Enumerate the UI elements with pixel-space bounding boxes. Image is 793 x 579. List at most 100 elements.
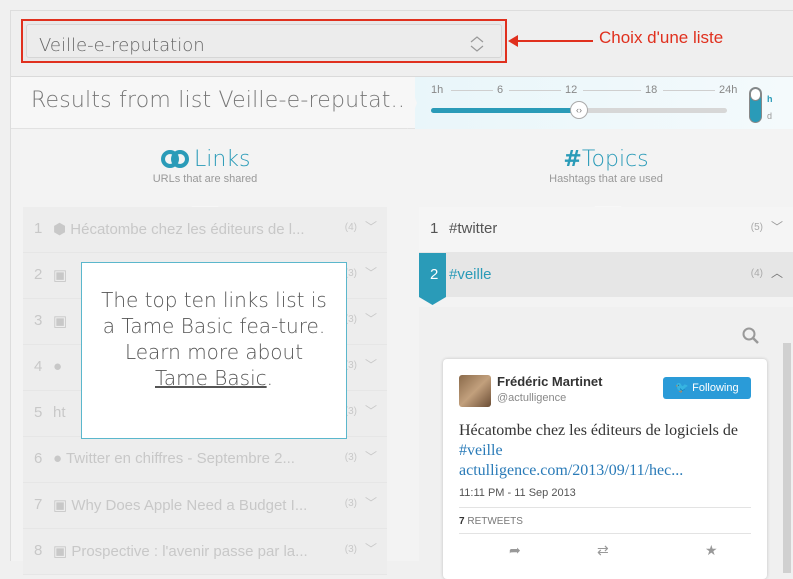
row-count: (5) (750, 222, 763, 233)
row-number: 1 (34, 220, 43, 237)
row-text: ▣ Why Does Apple Need a Budget I... (53, 496, 343, 514)
time-slider-handle[interactable]: ‹› (570, 101, 588, 119)
reply-icon[interactable]: ➦ (509, 542, 521, 559)
row-text: ⬢ Hécatombe chez les éditeurs de l... (53, 220, 343, 238)
chevron-up-icon[interactable]: ︿ (771, 264, 783, 281)
tweet-card: Frédéric Martinet @actulligence 🐦 Follow… (443, 359, 767, 579)
row-label: ht (53, 404, 66, 421)
row-label: Hécatombe chez les éditeurs de l... (70, 221, 305, 238)
app-window: Veille-e-reputation Choix d'une liste Re… (10, 10, 793, 579)
tweet-body: Hécatombe chez les éditeurs de logiciels… (459, 422, 738, 439)
row-count: (3) (344, 544, 357, 555)
toggle-knob (750, 88, 761, 101)
divider (459, 507, 751, 508)
row-label: Why Does Apple Need a Budget I... (71, 497, 308, 514)
tweet-text: Hécatombe chez les éditeurs de logiciels… (459, 421, 759, 481)
retweet-icon[interactable]: ⇄ (597, 542, 609, 559)
upgrade-overlay: The top ten links list is a Tame Basic f… (81, 262, 347, 439)
row-text: ▣ Prospective : l'avenir passe par la... (53, 542, 343, 560)
retweets-stat: 7 RETWEETS (459, 516, 523, 527)
row-count: (3) (344, 498, 357, 509)
tick-line (663, 90, 715, 91)
links-panel-header: Links URLs that are shared (23, 131, 387, 206)
annotation-arrow-line (513, 40, 593, 42)
link-favicon-icon: ● (53, 358, 63, 375)
links-title: Links (193, 147, 251, 172)
row-text: ● (53, 358, 62, 375)
row-number: 8 (34, 542, 43, 559)
updown-chevron-icon (470, 36, 484, 52)
chevron-down-icon[interactable]: ﹀ (365, 494, 377, 511)
list-item[interactable]: 8 ▣ Prospective : l'avenir passe par la.… (23, 529, 387, 575)
list-item-selected[interactable]: 2 #veille (4) ︿ (419, 253, 793, 305)
results-title: Results from list Veille-e-reputat... (31, 88, 413, 113)
hash-icon: # (563, 147, 582, 172)
row-number: 4 (34, 358, 43, 375)
twitter-bird-icon: 🐦 (675, 382, 693, 394)
row-text: ● Twitter en chiffres - Septembre 2... (53, 450, 343, 467)
search-icon[interactable] (742, 327, 760, 345)
tweet-author-handle[interactable]: @actulligence (497, 392, 566, 404)
tick-label: 1h (431, 84, 444, 96)
results-bar: Results from list Veille-e-reputat... 1h… (11, 77, 793, 129)
tick-line (451, 90, 493, 91)
upgrade-text: The top ten links list is a Tame Basic f… (101, 288, 327, 364)
row-label: Prospective : l'avenir passe par la... (71, 543, 308, 560)
topics-title: Topics (581, 147, 649, 172)
avatar[interactable] (459, 375, 491, 407)
topics-list: 1 #twitter (5) ﹀ 2 #veille (4) ︿ (419, 207, 793, 307)
tick-line (583, 90, 641, 91)
row-text: ▣ (53, 312, 67, 330)
row-label: #veille (449, 266, 492, 283)
chevron-down-icon[interactable]: ﹀ (365, 356, 377, 373)
tweet-url-link[interactable]: actulligence.com/2013/09/11/hec... (459, 462, 683, 479)
list-item[interactable]: 7 ▣ Why Does Apple Need a Budget I... (3… (23, 483, 387, 529)
retweets-count: 7 (459, 516, 465, 527)
row-count: (4) (344, 222, 357, 233)
link-favicon-icon: ▣ (53, 313, 68, 330)
chevron-down-icon[interactable]: ﹀ (365, 448, 377, 465)
topics-panel-header: #Topics Hashtags that are used (419, 131, 793, 206)
link-favicon-icon: ▣ (53, 497, 72, 514)
row-count: (4) (750, 268, 763, 279)
row-number: 1 (430, 220, 439, 237)
link-favicon-icon: ▣ (53, 543, 72, 560)
row-number: 7 (34, 496, 43, 513)
row-label: #twitter (449, 220, 498, 237)
list-select-value: Veille-e-reputation (39, 35, 205, 56)
row-count: (3) (344, 452, 357, 463)
link-favicon-icon: ● (53, 450, 66, 467)
following-button[interactable]: 🐦 Following (663, 377, 751, 399)
row-number: 5 (34, 404, 43, 421)
chevron-down-icon[interactable]: ﹀ (365, 540, 377, 557)
topics-subtitle: Hashtags that are used (549, 173, 663, 185)
list-select-highlight[interactable]: Veille-e-reputation (21, 19, 507, 63)
chevron-down-icon[interactable]: ﹀ (771, 218, 783, 235)
tick-label: 18 (645, 84, 658, 96)
tweet-hashtag-link[interactable]: #veille (459, 442, 503, 459)
list-item[interactable]: 6 ● Twitter en chiffres - Septembre 2...… (23, 437, 387, 483)
link-favicon-icon: ▣ (53, 267, 68, 284)
list-item[interactable]: 1 #twitter (5) ﹀ (419, 207, 793, 253)
hour-day-toggle[interactable] (749, 87, 762, 123)
chevron-down-icon[interactable]: ﹀ (365, 218, 377, 235)
tick-line (509, 90, 561, 91)
list-item[interactable]: 1 ⬢ Hécatombe chez les éditeurs de l... … (23, 207, 387, 253)
upgrade-text-end: . (266, 366, 273, 390)
chevron-down-icon[interactable]: ﹀ (365, 402, 377, 419)
tame-basic-link[interactable]: Tame Basic (155, 366, 267, 390)
topic-detail: Frédéric Martinet @actulligence 🐦 Follow… (419, 307, 793, 579)
tweet-author-name[interactable]: Frédéric Martinet (497, 374, 602, 389)
list-select[interactable]: Veille-e-reputation (26, 24, 502, 58)
scrollbar[interactable] (783, 343, 791, 573)
chevron-down-icon[interactable]: ﹀ (365, 264, 377, 281)
tick-label: 12 (565, 84, 578, 96)
row-number: 2 (430, 266, 439, 283)
row-number: 6 (34, 450, 43, 467)
row-number: 2 (34, 266, 43, 283)
tweet-timestamp[interactable]: 11:11 PM - 11 Sep 2013 (459, 487, 576, 499)
tick-label: 24h (719, 84, 738, 96)
list-selector-bar: Veille-e-reputation Choix d'une liste (11, 11, 793, 76)
favorite-icon[interactable]: ★ (705, 542, 718, 559)
chevron-down-icon[interactable]: ﹀ (365, 310, 377, 327)
